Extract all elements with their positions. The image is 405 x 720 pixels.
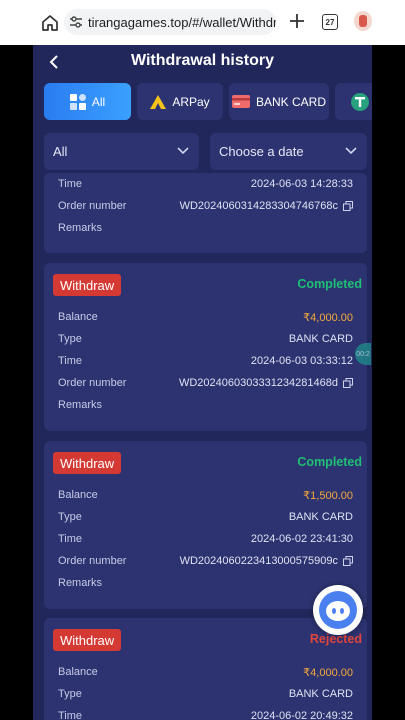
tab-bank-card[interactable]: BANK CARD (229, 83, 329, 120)
copy-icon[interactable] (343, 378, 353, 388)
date-picker-placeholder: Choose a date (219, 144, 304, 159)
withdraw-record-card: Withdraw Completed Balance ₹4,000.00 Typ… (44, 263, 367, 431)
time-label: Time (58, 533, 83, 545)
usdt-icon (351, 92, 369, 111)
address-bar[interactable]: tirangagames.top/#/wallet/Withdra (64, 9, 276, 35)
copy-icon[interactable] (343, 556, 353, 566)
type-value: BANK CARD (288, 688, 353, 700)
withdraw-badge: Withdraw (53, 274, 122, 296)
time-row: Time 2024-06-02 23:41:30 (58, 533, 353, 549)
remarks-row: Remarks (58, 399, 353, 415)
remarks-label: Remarks (58, 399, 103, 411)
type-label: Type (58, 333, 82, 345)
remarks-label: Remarks (58, 577, 103, 589)
order-label: Order number (58, 200, 127, 212)
withdraw-record-card: Withdraw Rejected Balance ₹4,000.00 Type… (44, 618, 367, 720)
tab-switcher-button[interactable]: 27 (322, 14, 338, 30)
order-number: WD2024060223413000575909c (179, 555, 338, 567)
time-row: Time 2024-06-02 20:49:32 (58, 710, 353, 720)
time-value: 2024-06-02 23:41:30 (250, 533, 353, 545)
order-label: Order number (58, 555, 127, 567)
tab-arpay-label: ARPay (172, 94, 210, 109)
time-value: 2024-06-02 20:49:32 (250, 710, 353, 720)
type-row: Type BANK CARD (58, 688, 353, 704)
order-row: Order number WD2024060303331234281468d (58, 377, 353, 393)
customer-service-button[interactable] (313, 585, 363, 635)
status-text: Completed (297, 277, 362, 291)
filter-bar: All Choose a date (44, 133, 367, 170)
tab-bank-card-label: BANK CARD (255, 94, 326, 109)
balance-row: Balance ₹1,500.00 (58, 489, 353, 505)
order-number: WD2024060303331234281468d (178, 377, 338, 389)
remarks-label: Remarks (58, 222, 103, 234)
new-tab-icon[interactable] (288, 12, 306, 30)
time-label: Time (58, 355, 83, 367)
type-label: Type (58, 688, 82, 700)
type-value: BANK CARD (288, 333, 353, 345)
chevron-down-icon (177, 147, 189, 155)
balance-value: ₹4,000.00 (303, 312, 353, 324)
balance-value: ₹4,000.00 (303, 667, 353, 679)
withdraw-record-card: Withdraw Completed Balance ₹1,500.00 Typ… (44, 441, 367, 609)
balance-label: Balance (58, 311, 98, 323)
withdraw-record-card: Time 2024-06-03 14:28:33 Order number WD… (44, 173, 367, 253)
type-value: BANK CARD (288, 511, 353, 523)
time-value: 2024-06-03 03:33:12 (250, 355, 353, 367)
remarks-row: Remarks (58, 577, 353, 593)
date-picker[interactable]: Choose a date (210, 133, 367, 170)
type-row: Type BANK CARD (58, 333, 353, 349)
bank-card-icon (231, 95, 250, 108)
url-text: tirangagames.top/#/wallet/Withdra (88, 14, 276, 30)
app-screen: Withdrawal history All ARPay BANK CARD A… (33, 45, 372, 720)
side-timer-bubble[interactable]: 00:2 (355, 343, 371, 365)
order-value: WD2024060303331234281468d (179, 377, 353, 389)
order-value: WD2024060314283304746768c (180, 200, 353, 212)
withdraw-badge: Withdraw (53, 629, 122, 651)
channel-tabs: All ARPay BANK CARD (44, 83, 372, 120)
time-row: Time 2024-06-03 03:33:12 (58, 355, 353, 371)
tab-usdt[interactable] (335, 83, 372, 120)
withdraw-badge: Withdraw (53, 452, 122, 474)
type-row: Type BANK CARD (58, 511, 353, 527)
right-margin (372, 45, 405, 720)
time-label: Time (58, 710, 83, 720)
grid-icon (69, 93, 86, 110)
status-text: Completed (297, 455, 362, 469)
balance-label: Balance (58, 489, 98, 501)
balance-row: Balance ₹4,000.00 (58, 311, 353, 327)
order-label: Order number (58, 377, 127, 389)
balance-label: Balance (58, 666, 98, 678)
type-select-value: All (53, 144, 68, 159)
order-number: WD2024060314283304746768c (179, 200, 338, 212)
page-header: Withdrawal history (33, 45, 372, 79)
copy-icon[interactable] (343, 201, 353, 211)
support-bot-icon (319, 591, 357, 629)
balance-row: Balance ₹4,000.00 (58, 666, 353, 682)
type-select[interactable]: All (44, 133, 199, 170)
remarks-row: Remarks (58, 222, 353, 238)
tab-all-label: All (91, 94, 106, 109)
time-label: Time (58, 178, 83, 190)
tab-all[interactable]: All (44, 83, 131, 120)
arpay-icon (150, 94, 167, 109)
time-value: 2024-06-03 14:28:33 (250, 178, 353, 190)
balance-value: ₹1,500.00 (303, 490, 353, 502)
home-icon[interactable] (40, 13, 60, 33)
site-settings-icon[interactable] (69, 15, 83, 29)
order-row: Order number WD2024060223413000575909c (58, 555, 353, 571)
tab-arpay[interactable]: ARPay (137, 83, 223, 120)
page-title: Withdrawal history (131, 52, 274, 69)
chevron-down-icon (345, 147, 357, 155)
type-label: Type (58, 511, 82, 523)
order-row: Order number WD2024060314283304746768c (58, 200, 353, 216)
time-row: Time 2024-06-03 14:28:33 (58, 178, 353, 194)
left-margin (0, 45, 33, 720)
order-value: WD2024060223413000575909c (180, 555, 353, 567)
browser-toolbar: tirangagames.top/#/wallet/Withdra 27 (0, 0, 405, 45)
profile-avatar[interactable] (354, 11, 372, 31)
